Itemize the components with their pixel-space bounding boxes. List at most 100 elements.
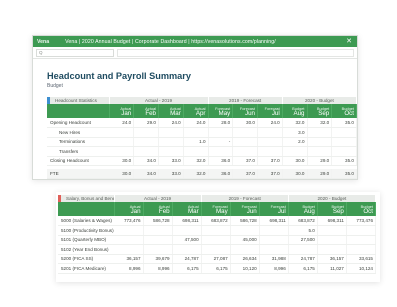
cell-value[interactable]: 30.0 — [109, 156, 135, 166]
cell-value[interactable]: 8,996 — [259, 263, 289, 274]
cell-value[interactable]: 586,728 — [230, 216, 260, 226]
cell-value[interactable]: 35.0 — [331, 156, 357, 166]
column-header[interactable]: Budget Oct — [331, 104, 357, 118]
close-icon[interactable]: ✕ — [346, 37, 352, 45]
cell-value[interactable] — [208, 146, 234, 157]
cell-value[interactable] — [172, 244, 202, 255]
cell-value[interactable] — [259, 225, 289, 236]
cell-value[interactable]: 24,787 — [288, 254, 318, 264]
cell-value[interactable]: 24.0 — [183, 118, 209, 128]
cell-value[interactable] — [143, 235, 173, 245]
cell-value[interactable]: 37.0 — [232, 168, 258, 179]
cell-value[interactable]: 33,615 — [346, 254, 377, 264]
cell-value[interactable]: 5.0 — [288, 225, 318, 236]
cell-value[interactable]: 698,311 — [259, 216, 289, 226]
cell-value[interactable]: 27,500 — [288, 235, 318, 245]
formula-bar[interactable] — [117, 48, 354, 57]
cell-value[interactable] — [288, 244, 318, 255]
column-header[interactable]: Actual Feb — [143, 202, 173, 216]
cell-value[interactable]: 37.0 — [257, 156, 283, 166]
cell-value[interactable] — [172, 225, 202, 236]
cell-value[interactable] — [109, 137, 135, 147]
cell-value[interactable] — [331, 146, 357, 157]
cell-value[interactable] — [143, 244, 173, 255]
cell-value[interactable]: 24.0 — [109, 118, 135, 128]
cell-value[interactable]: 10,124 — [346, 263, 377, 274]
cell-value[interactable]: 30.0 — [232, 118, 258, 128]
cell-value[interactable]: 45,000 — [230, 235, 260, 245]
cell-value[interactable]: 36,157 — [317, 254, 347, 264]
cell-value[interactable] — [133, 137, 159, 147]
column-header[interactable]: Actual Jan — [109, 104, 135, 118]
cell-value[interactable] — [232, 127, 258, 138]
cell-value[interactable]: 33.0 — [158, 156, 184, 166]
cell-value[interactable] — [307, 137, 333, 147]
cell-value[interactable] — [158, 137, 184, 147]
cell-value[interactable]: 30.0 — [282, 168, 308, 179]
column-header[interactable]: Budget Sep — [317, 202, 347, 216]
cell-value[interactable]: 35.0 — [331, 118, 357, 128]
column-header[interactable]: Forecast May — [201, 202, 231, 216]
cell-value[interactable]: 28.0 — [208, 118, 234, 128]
cell-value[interactable]: 24.0 — [158, 118, 184, 128]
cell-value[interactable]: 47,500 — [172, 235, 202, 245]
cell-value[interactable]: 37.0 — [232, 156, 258, 166]
cell-value[interactable] — [307, 146, 333, 157]
cell-value[interactable] — [317, 225, 347, 236]
column-header[interactable]: Budget Oct — [346, 202, 377, 216]
cell-value[interactable]: 33.0 — [158, 168, 184, 179]
cell-value[interactable]: 37.0 — [257, 168, 283, 179]
column-header[interactable]: Forecast Jun — [232, 104, 258, 118]
cell-value[interactable]: 2.0 — [282, 137, 308, 147]
cell-value[interactable] — [257, 146, 283, 157]
cell-value[interactable]: 39,679 — [143, 254, 173, 264]
cell-value[interactable] — [201, 244, 231, 255]
cell-value[interactable] — [257, 127, 283, 138]
cell-value[interactable]: 3.0 — [282, 127, 308, 138]
cell-value[interactable]: 30.0 — [282, 156, 308, 166]
column-header[interactable]: Actual Mar — [172, 202, 202, 216]
cell-value[interactable]: 683,872 — [201, 216, 231, 226]
cell-value[interactable]: 34.0 — [133, 156, 159, 166]
column-header[interactable]: Budget Aug — [288, 202, 318, 216]
cell-value[interactable] — [346, 244, 377, 255]
cell-value[interactable] — [346, 225, 377, 236]
cell-value[interactable] — [317, 235, 347, 245]
cell-value[interactable] — [259, 244, 289, 255]
cell-value[interactable] — [143, 225, 173, 236]
cell-value[interactable]: 698,311 — [317, 216, 347, 226]
cell-value[interactable] — [109, 146, 135, 157]
cell-value[interactable]: 32.0 — [307, 118, 333, 128]
cell-value[interactable]: 29.0 — [307, 168, 333, 179]
cell-value[interactable] — [114, 225, 144, 236]
column-header[interactable]: Forecast May — [208, 104, 234, 118]
cell-value[interactable]: 36.0 — [208, 156, 234, 166]
cell-value[interactable] — [109, 127, 135, 138]
column-header[interactable]: Actual Feb — [133, 104, 159, 118]
cell-value[interactable] — [331, 127, 357, 138]
cell-value[interactable]: - — [208, 137, 234, 147]
cell-value[interactable]: 29.0 — [133, 118, 159, 128]
cell-value[interactable]: 29.0 — [307, 156, 333, 166]
cell-value[interactable]: 11,027 — [317, 263, 347, 274]
cell-value[interactable] — [114, 235, 144, 245]
cell-value[interactable]: 10,120 — [230, 263, 260, 274]
cell-value[interactable]: 30.0 — [109, 168, 135, 179]
cell-value[interactable] — [232, 146, 258, 157]
cell-value[interactable] — [183, 146, 209, 157]
cell-value[interactable]: 6,175 — [172, 263, 202, 274]
cell-value[interactable] — [346, 235, 377, 245]
cell-value[interactable] — [307, 127, 333, 138]
cell-value[interactable] — [133, 127, 159, 138]
column-header[interactable]: Budget Sep — [307, 104, 333, 118]
cell-value[interactable]: 34.0 — [133, 168, 159, 179]
cell-value[interactable] — [230, 244, 260, 255]
cell-value[interactable] — [208, 127, 234, 138]
cell-value[interactable]: 32.0 — [183, 156, 209, 166]
cell-value[interactable] — [232, 137, 258, 147]
cell-value[interactable] — [282, 146, 308, 157]
cell-value[interactable]: 36,157 — [114, 254, 144, 264]
cell-value[interactable]: 8,996 — [143, 263, 173, 274]
cell-value[interactable]: 27,087 — [201, 254, 231, 264]
cell-value[interactable] — [183, 127, 209, 138]
